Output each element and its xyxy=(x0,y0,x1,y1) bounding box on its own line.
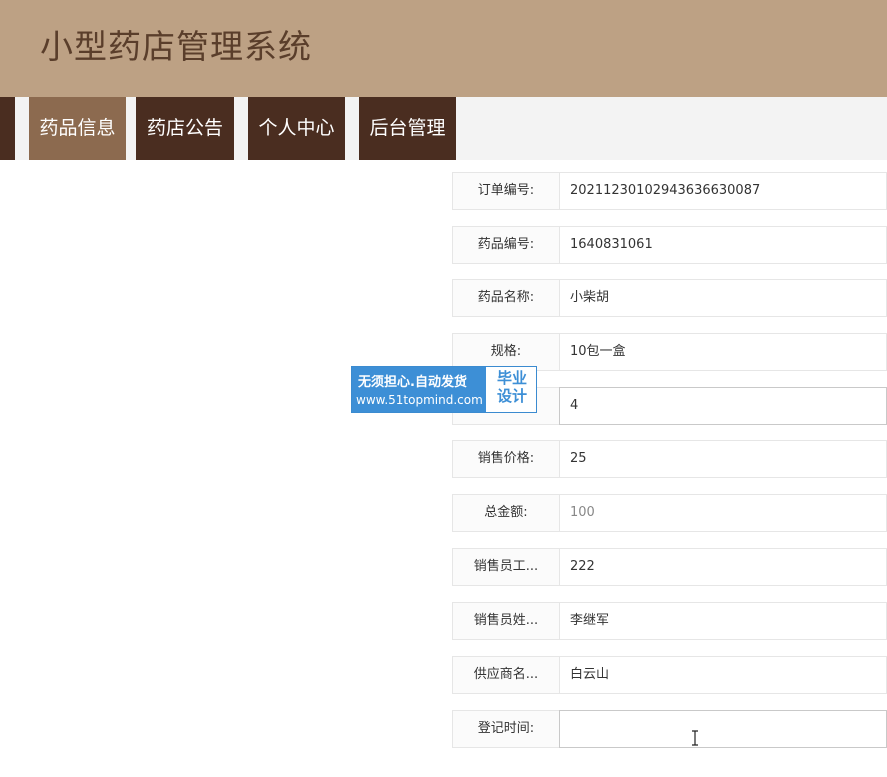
form-row-staff-name: 销售员姓... 李继军 xyxy=(452,602,887,640)
quantity-input[interactable]: 4 xyxy=(559,387,887,425)
staff-id-field: 222 xyxy=(559,548,887,586)
text-cursor-icon xyxy=(692,730,698,746)
form-row-price: 销售价格: 25 xyxy=(452,440,887,478)
label-drug-name: 药品名称: xyxy=(452,279,560,317)
watermark-right-panel: 毕业 设计 xyxy=(490,369,534,405)
nav-bar: 药品信息 药店公告 个人中心 后台管理 xyxy=(0,97,887,160)
form-row-total: 总金额: 100 xyxy=(452,494,887,532)
label-staff-name: 销售员姓... xyxy=(452,602,560,640)
order-no-field: 20211230102943636630087 xyxy=(559,172,887,210)
form-row-order-no: 订单编号: 20211230102943636630087 xyxy=(452,172,887,210)
watermark-line2: www.51topmind.com xyxy=(356,393,483,407)
form-row-staff-id: 销售员工... 222 xyxy=(452,548,887,586)
app-title: 小型药店管理系统 xyxy=(40,27,312,66)
drug-name-field: 小柴胡 xyxy=(559,279,887,317)
form-row-drug-name: 药品名称: 小柴胡 xyxy=(452,279,887,317)
watermark-left-panel: 无须担心.自动发货 www.51topmind.com xyxy=(352,367,486,412)
label-staff-id: 销售员工... xyxy=(452,548,560,586)
supplier-field: 白云山 xyxy=(559,656,887,694)
label-register-time: 登记时间: xyxy=(452,710,560,748)
form-row-drug-no: 药品编号: 1640831061 xyxy=(452,226,887,264)
label-order-no: 订单编号: xyxy=(452,172,560,210)
nav-item-personal-center[interactable]: 个人中心 xyxy=(248,97,345,160)
nav-edge xyxy=(0,97,15,160)
label-supplier: 供应商名... xyxy=(452,656,560,694)
watermark-line1: 无须担心.自动发货 xyxy=(358,375,467,390)
label-total: 总金额: xyxy=(452,494,560,532)
header-banner: 小型药店管理系统 xyxy=(0,0,887,97)
label-price: 销售价格: xyxy=(452,440,560,478)
nav-item-announcements[interactable]: 药店公告 xyxy=(136,97,234,160)
total-field: 100 xyxy=(559,494,887,532)
register-time-input[interactable] xyxy=(559,710,887,748)
watermark-badge: 无须担心.自动发货 www.51topmind.com 毕业 设计 xyxy=(351,366,537,413)
nav-item-admin[interactable]: 后台管理 xyxy=(359,97,456,160)
watermark-right-bottom: 设计 xyxy=(496,387,527,405)
form-row-register-time: 登记时间: xyxy=(452,710,887,748)
label-drug-no: 药品编号: xyxy=(452,226,560,264)
staff-name-field: 李继军 xyxy=(559,602,887,640)
nav-item-drug-info[interactable]: 药品信息 xyxy=(29,97,126,160)
spec-field: 10包一盒 xyxy=(559,333,887,371)
price-field: 25 xyxy=(559,440,887,478)
drug-no-field: 1640831061 xyxy=(559,226,887,264)
watermark-right-top: 毕业 xyxy=(496,369,527,387)
form-row-supplier: 供应商名... 白云山 xyxy=(452,656,887,694)
